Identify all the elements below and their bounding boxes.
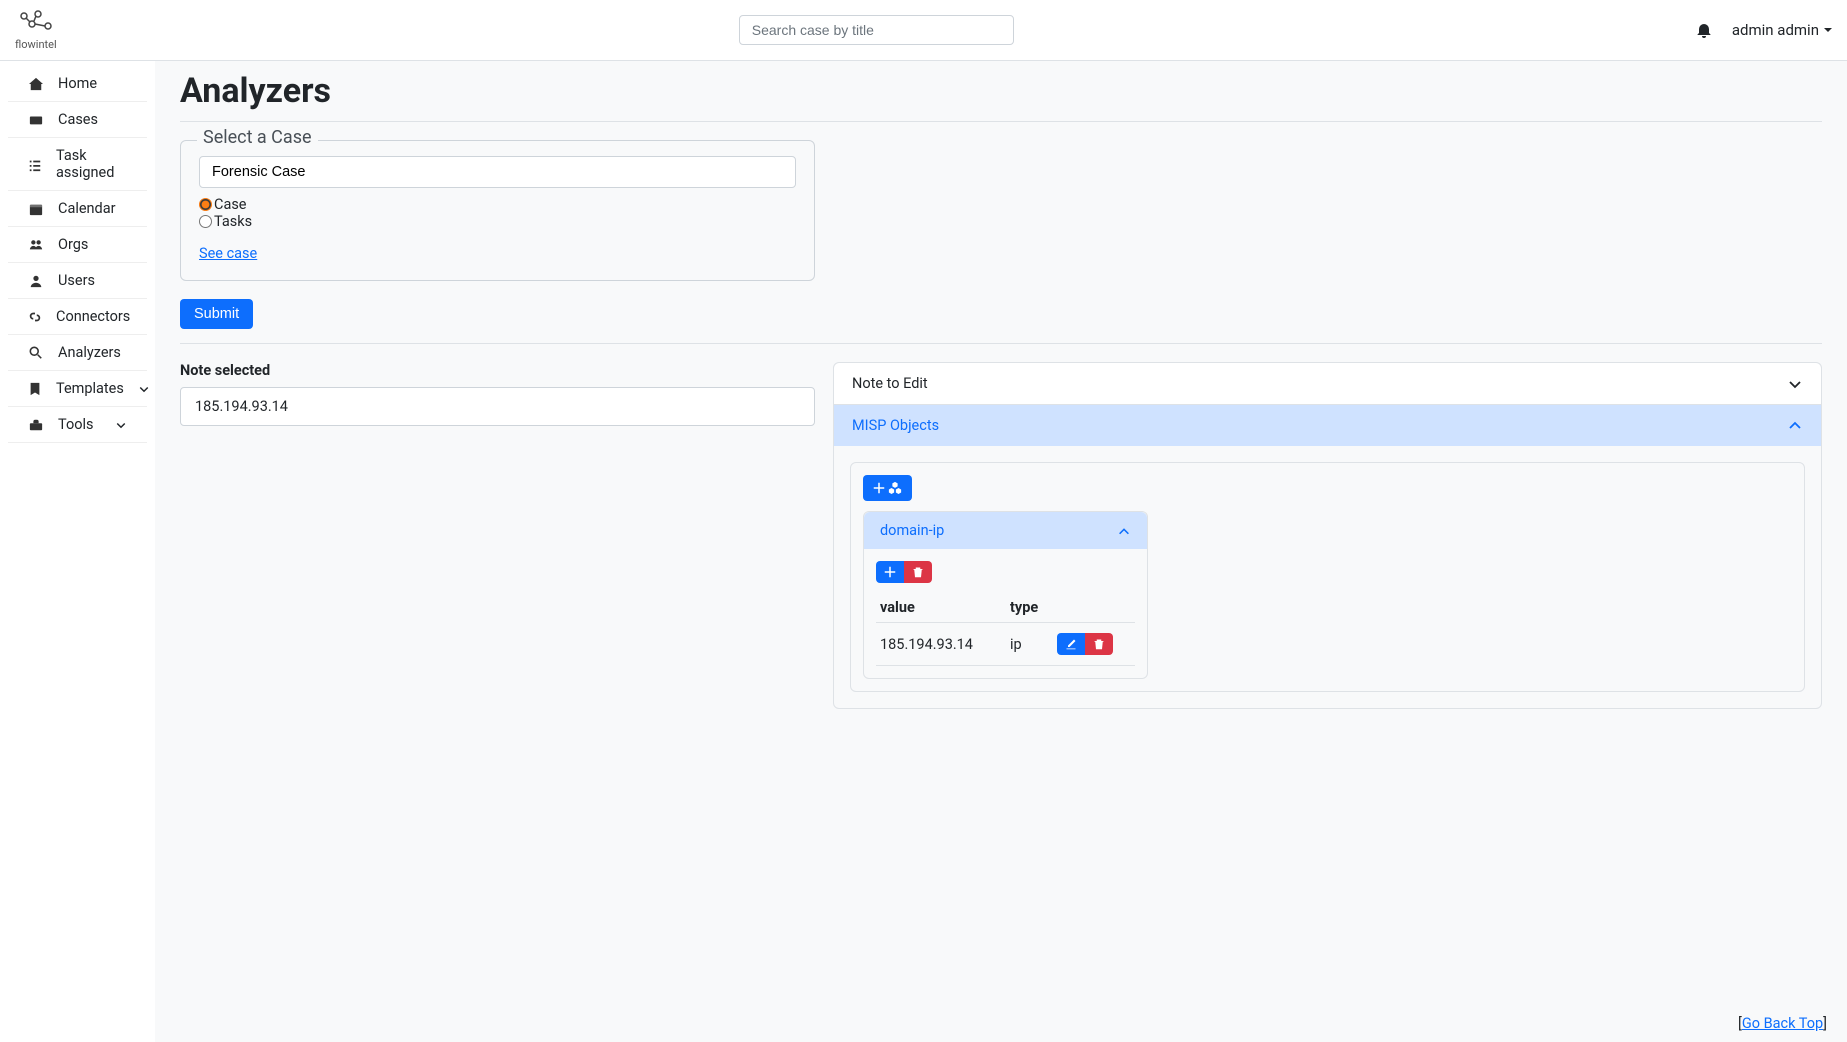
edit-icon: [1065, 638, 1077, 650]
sidebar-item-orgs[interactable]: Orgs: [8, 227, 147, 263]
submit-button[interactable]: Submit: [180, 299, 253, 329]
sidebar-item-home[interactable]: Home: [8, 66, 147, 102]
home-icon: [28, 75, 44, 92]
note-to-edit-label: Note to Edit: [852, 375, 928, 392]
misp-objects-header[interactable]: MISP Objects: [834, 405, 1821, 446]
sidebar-item-label: Connectors: [56, 308, 130, 325]
search-input[interactable]: [739, 15, 1014, 45]
chevron-up-icon: [1117, 522, 1131, 539]
sidebar-item-label: Home: [58, 75, 97, 92]
see-case-link[interactable]: See case: [199, 245, 257, 262]
radio-tasks-label: Tasks: [214, 213, 252, 230]
right-accordion: Note to Edit MISP Objects: [833, 362, 1822, 709]
user-menu[interactable]: admin admin: [1732, 21, 1832, 39]
toolbox-icon: [28, 416, 44, 433]
go-back-top-wrap: [Go Back Top]: [1738, 1015, 1827, 1032]
main-content: Analyzers Select a Case Case Tasks See c…: [155, 61, 1847, 1042]
sidebar-item-label: Cases: [58, 111, 98, 128]
note-selected-value: 185.194.93.14: [180, 387, 815, 426]
delete-object-button[interactable]: [904, 561, 932, 583]
chevron-down-icon: [1787, 375, 1803, 392]
page-title: Analyzers: [180, 71, 1822, 111]
sidebar-item-label: Users: [58, 272, 95, 289]
add-attribute-button[interactable]: [876, 561, 904, 583]
users-icon: [28, 236, 44, 253]
link-icon: [28, 308, 42, 325]
select-case-fieldset: Select a Case Case Tasks See case: [180, 140, 815, 281]
caret-down-icon: [1824, 28, 1832, 32]
sidebar-item-label: Analyzers: [58, 344, 121, 361]
note-to-edit-header[interactable]: Note to Edit: [834, 363, 1821, 405]
list-check-icon: [28, 156, 42, 173]
go-back-top-link[interactable]: Go Back Top: [1742, 1015, 1823, 1032]
logo[interactable]: flowintel: [15, 10, 57, 51]
add-object-button[interactable]: [863, 475, 912, 501]
sidebar-item-task-assigned[interactable]: Task assigned: [8, 138, 147, 191]
fieldset-legend: Select a Case: [197, 127, 318, 148]
plus-icon: [884, 566, 896, 578]
sidebar-item-cases[interactable]: Cases: [8, 102, 147, 138]
misp-objects-body: domain-ip: [834, 446, 1821, 708]
delete-attribute-button[interactable]: [1085, 633, 1113, 655]
sidebar-item-tools[interactable]: Tools: [8, 407, 147, 443]
sidebar-item-label: Orgs: [58, 236, 88, 253]
sidebar-item-label: Templates: [56, 380, 124, 397]
note-selected-label: Note selected: [180, 362, 815, 379]
sidebar-item-analyzers[interactable]: Analyzers: [8, 335, 147, 371]
radio-case-label: Case: [214, 196, 247, 213]
col-value-header: value: [876, 593, 1006, 623]
row-type: ip: [1006, 623, 1053, 666]
sidebar-item-label: Calendar: [58, 200, 116, 217]
folder-icon: [28, 111, 44, 128]
misp-objects-label: MISP Objects: [852, 417, 939, 434]
object-name-label: domain-ip: [880, 522, 944, 539]
row-value: 185.194.93.14: [876, 623, 1006, 666]
sidebar-item-label: Task assigned: [56, 147, 127, 181]
sidebar-item-connectors[interactable]: Connectors: [8, 299, 147, 335]
radio-case[interactable]: [199, 198, 212, 211]
radio-tasks[interactable]: [199, 215, 212, 228]
sidebar-item-label: Tools: [58, 416, 94, 433]
table-row: 185.194.93.14 ip: [876, 623, 1135, 666]
logo-text: flowintel: [15, 38, 57, 51]
search-icon: [28, 344, 44, 361]
domain-ip-body: value type 185.194.93.14: [864, 549, 1147, 678]
sidebar: Home Cases Task assigned Calendar Orgs U…: [0, 61, 155, 1042]
calendar-icon: [28, 200, 44, 217]
sidebar-item-templates[interactable]: Templates: [8, 371, 147, 407]
misp-inner-card: domain-ip: [850, 462, 1805, 692]
trash-icon: [912, 566, 924, 578]
sidebar-item-calendar[interactable]: Calendar: [8, 191, 147, 227]
domain-ip-header[interactable]: domain-ip: [864, 512, 1147, 549]
bookmark-icon: [28, 380, 42, 397]
sidebar-item-users[interactable]: Users: [8, 263, 147, 299]
cubes-icon: [888, 481, 902, 495]
flowintel-logo-icon: [18, 10, 54, 36]
chevron-up-icon: [1787, 417, 1803, 434]
edit-attribute-button[interactable]: [1057, 633, 1085, 655]
user-name: admin admin: [1732, 21, 1819, 39]
case-select-input[interactable]: [199, 156, 796, 188]
col-type-header: type: [1006, 593, 1053, 623]
plus-icon: [873, 482, 885, 494]
chevron-down-icon: [138, 380, 150, 397]
attributes-table: value type 185.194.93.14: [876, 593, 1135, 666]
chevron-down-icon: [115, 416, 127, 433]
domain-ip-accordion: domain-ip: [863, 511, 1148, 679]
user-icon: [28, 272, 44, 289]
trash-icon: [1093, 638, 1105, 650]
bell-icon[interactable]: [1696, 22, 1712, 38]
